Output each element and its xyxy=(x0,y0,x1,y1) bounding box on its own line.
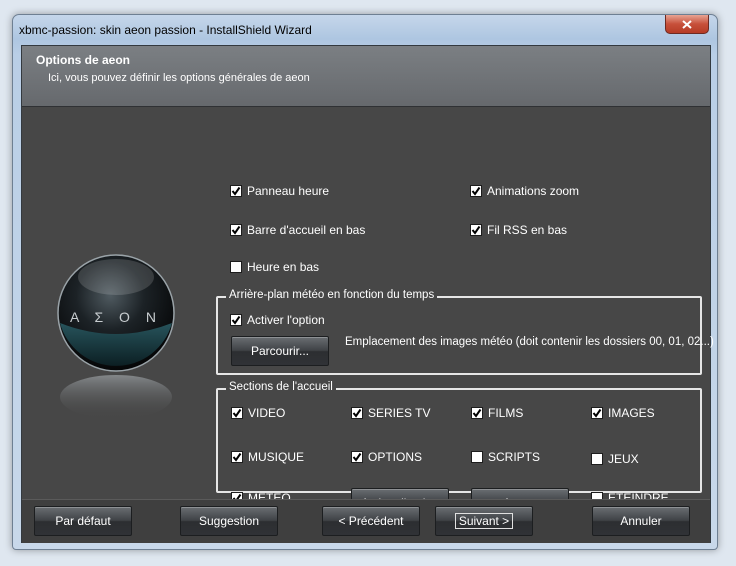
sections-group-legend: Sections de l'accueil xyxy=(226,381,336,393)
checkbox-label: Activer l'option xyxy=(247,313,325,327)
checkbox-label: Animations zoom xyxy=(487,184,580,198)
previous-button[interactable]: < Précédent xyxy=(322,506,420,536)
sections-group: Sections de l'accueil VIDEO SERIES TV FI… xyxy=(216,381,702,517)
checkbox-box[interactable] xyxy=(471,407,483,419)
weather-description: Emplacement des images météo (doit conte… xyxy=(345,336,714,348)
checkbox-label: Fil RSS en bas xyxy=(487,223,568,237)
checkbox-box[interactable] xyxy=(231,407,243,419)
checkmark-icon xyxy=(352,408,362,418)
close-button[interactable] xyxy=(665,15,709,34)
checkbox-films[interactable]: FILMS xyxy=(471,406,523,420)
checkbox-box[interactable] xyxy=(231,451,243,463)
checkbox-label: FILMS xyxy=(488,406,524,420)
checkmark-icon xyxy=(471,225,481,235)
installer-window: xbmc-passion: skin aeon passion - Instal… xyxy=(12,14,718,550)
checkbox-box[interactable] xyxy=(591,453,603,465)
checkbox-images[interactable]: IMAGES xyxy=(591,406,655,420)
checkbox-jeux[interactable]: JEUX xyxy=(591,452,639,466)
checkbox-barre-accueil[interactable]: Barre d'accueil en bas xyxy=(230,223,365,237)
checkbox-label: Panneau heure xyxy=(247,184,330,198)
checkbox-animations-zoom[interactable]: Animations zoom xyxy=(470,184,579,198)
checkbox-label: MUSIQUE xyxy=(248,450,305,464)
checkmark-icon xyxy=(232,408,242,418)
checkbox-box[interactable] xyxy=(230,314,242,326)
weather-group-legend: Arrière-plan météo en fonction du temps xyxy=(226,289,438,301)
checkmark-icon xyxy=(231,315,241,325)
checkbox-label: OPTIONS xyxy=(368,450,423,464)
checkmark-icon xyxy=(231,225,241,235)
logo-text: A Σ O N xyxy=(70,309,162,325)
checkbox-heure-en-bas[interactable]: Heure en bas xyxy=(230,260,319,274)
checkmark-icon xyxy=(472,408,482,418)
checkbox-box[interactable] xyxy=(470,185,482,197)
title-bar: xbmc-passion: skin aeon passion - Instal… xyxy=(13,15,717,43)
checkmark-icon xyxy=(471,186,481,196)
checkbox-box[interactable] xyxy=(591,407,603,419)
aeon-logo: A Σ O N xyxy=(46,225,186,445)
checkbox-fil-rss[interactable]: Fil RSS en bas xyxy=(470,223,567,237)
checkbox-box[interactable] xyxy=(230,261,242,273)
checkbox-panneau-heure[interactable]: Panneau heure xyxy=(230,184,329,198)
checkmark-icon xyxy=(232,452,242,462)
window-title: xbmc-passion: skin aeon passion - Instal… xyxy=(19,23,312,37)
cancel-button[interactable]: Annuler xyxy=(592,506,690,536)
checkbox-label: IMAGES xyxy=(608,406,655,420)
checkbox-label: SERIES TV xyxy=(368,406,431,420)
checkbox-box[interactable] xyxy=(470,224,482,236)
checkbox-label: Barre d'accueil en bas xyxy=(247,223,366,237)
checkbox-video[interactable]: VIDEO xyxy=(231,406,285,420)
page-subtitle: Ici, vous pouvez définir les options gén… xyxy=(48,72,310,84)
checkmark-icon xyxy=(231,186,241,196)
wizard-client-area: Options de aeon Ici, vous pouvez définir… xyxy=(21,45,714,543)
next-button[interactable]: Suivant > xyxy=(435,506,533,536)
checkbox-box[interactable] xyxy=(351,407,363,419)
checkbox-label: Heure en bas xyxy=(247,260,320,274)
checkbox-label: VIDEO xyxy=(248,406,286,420)
checkbox-box[interactable] xyxy=(471,451,483,463)
checkbox-scripts[interactable]: SCRIPTS xyxy=(471,450,540,464)
checkbox-label: SCRIPTS xyxy=(488,450,541,464)
checkbox-musique[interactable]: MUSIQUE xyxy=(231,450,304,464)
browse-button[interactable]: Parcourir... xyxy=(231,336,329,366)
wizard-header: Options de aeon Ici, vous pouvez définir… xyxy=(22,46,710,107)
default-button[interactable]: Par défaut xyxy=(34,506,132,536)
checkbox-box[interactable] xyxy=(230,224,242,236)
checkmark-icon xyxy=(352,452,362,462)
checkmark-icon xyxy=(592,408,602,418)
checkbox-label: JEUX xyxy=(608,452,639,466)
checkbox-options[interactable]: OPTIONS xyxy=(351,450,422,464)
checkbox-box[interactable] xyxy=(230,185,242,197)
suggestion-button[interactable]: Suggestion xyxy=(180,506,278,536)
checkbox-box[interactable] xyxy=(351,451,363,463)
checkbox-activer-meteo[interactable]: Activer l'option xyxy=(230,313,325,327)
wizard-body: A Σ O N Panneau heure Animations zoom Ba… xyxy=(22,107,714,517)
wizard-footer: Par défaut Suggestion < Précédent Suivan… xyxy=(22,499,710,543)
checkbox-series-tv[interactable]: SERIES TV xyxy=(351,406,430,420)
weather-group: Arrière-plan météo en fonction du temps … xyxy=(216,289,714,375)
page-title: Options de aeon xyxy=(36,53,131,67)
close-icon xyxy=(682,19,692,29)
